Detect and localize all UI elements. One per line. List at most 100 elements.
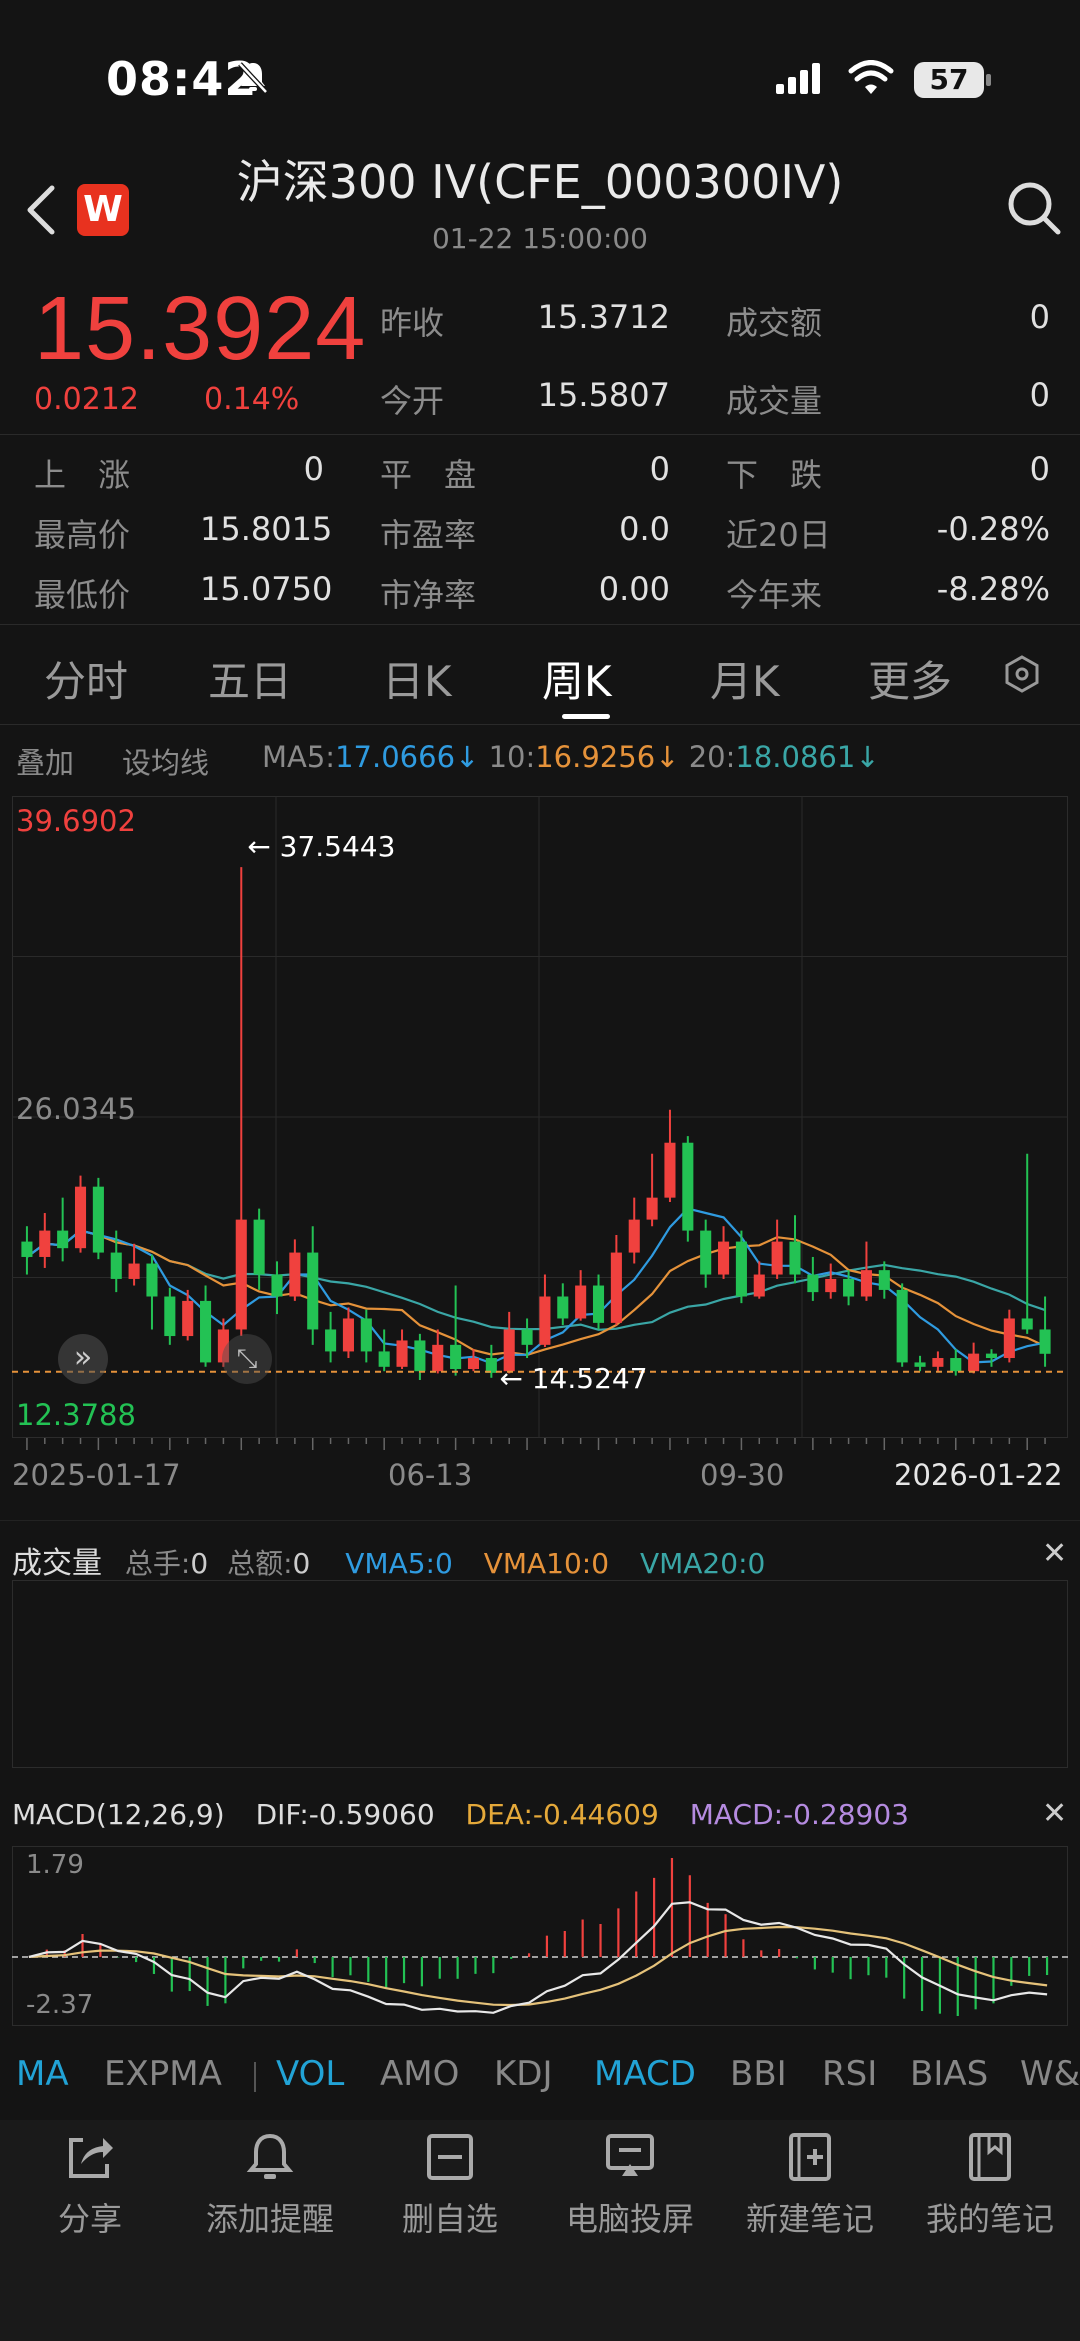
macd-y-bottom: -2.37 [26,1990,94,2020]
candle-body [914,1362,926,1367]
total-hands-value: 0 [190,1547,209,1580]
ma5-value: 17.0666 [335,740,456,774]
nav-my-notes[interactable]: 我的笔记 [900,2130,1080,2240]
turnover-value: 0 [1029,298,1050,336]
candlestick-chart[interactable] [12,796,1068,1438]
candle-body [110,1252,122,1279]
divider [0,1520,1080,1521]
candle-body [200,1300,212,1363]
vma5-label: VMA5: [345,1547,435,1580]
macd-value: -0.28903 [783,1798,909,1831]
candle-body [1039,1329,1051,1354]
tab-weekly-k[interactable]: 周K [542,648,612,709]
candle-body [628,1219,640,1253]
candle-body [557,1296,569,1319]
ind-tab-bbi[interactable]: BBI [730,2054,787,2094]
fullscreen-icon[interactable]: ⤡ [222,1334,272,1384]
candle-body [128,1263,140,1279]
vma10-label: VMA10: [483,1547,592,1580]
candle-body [664,1142,676,1198]
candle-body [342,1318,354,1352]
set-ma-button[interactable]: 设均线 [122,740,209,782]
candle-body [896,1289,908,1363]
ind-tab-bias[interactable]: BIAS [910,2054,988,2094]
nav-remove-watchlist[interactable]: 删自选 [360,2130,540,2240]
expand-left-icon[interactable]: » [58,1334,108,1384]
candle-body [878,1270,890,1290]
settings-hex-icon[interactable] [1002,654,1042,694]
tab-monthly-k[interactable]: 月K [710,648,780,709]
ma20-arrow: ↓ [855,740,880,774]
ind-tab-expma[interactable]: EXPMA [104,2054,222,2094]
candle-body [700,1230,712,1275]
total-hands-label: 总手: [124,1547,191,1580]
ind-tab-macd[interactable]: MACD [594,2054,696,2094]
ind-tab-vol[interactable]: VOL [276,2054,344,2094]
divider [0,434,1080,435]
nav-share-label: 分享 [57,2200,122,2238]
macd-legend: MACD(12,26,9) DIF:-0.59060 DEA:-0.44609 … [12,1798,1042,1831]
candle-body [860,1270,872,1297]
nav-share[interactable]: 分享 [0,2130,180,2240]
ind-tab-wr[interactable]: W& [1020,2054,1080,2094]
ind-tab-kdj[interactable]: KDJ [494,2054,553,2094]
page-subtitle-time: 01-22 15:00:00 [431,222,648,255]
candle-body [950,1358,962,1372]
stat-label: 今年来 [726,576,823,614]
ma20-label: 20: [688,740,736,774]
candle-body [146,1263,158,1297]
ind-tab-rsi[interactable]: RSI [822,2054,877,2094]
stat-value: 0.0 [619,510,670,548]
x-label-end: 2026-01-22 [894,1458,1063,1492]
nav-alert[interactable]: 添加提醒 [180,2130,360,2240]
close-volume-icon[interactable]: ✕ [1042,1536,1067,1571]
nav-new-note[interactable]: 新建笔记 [720,2130,900,2240]
candle-body [718,1241,730,1275]
stat-label: 最高价 [34,516,131,554]
candle-body [289,1252,301,1297]
candle-body [467,1358,480,1370]
x-axis-ticks [26,1438,1046,1450]
candle-body [575,1285,587,1319]
search-icon[interactable] [1004,178,1064,238]
volume-chart[interactable] [12,1580,1068,1768]
bell-icon [246,2133,294,2179]
divider [0,724,1080,725]
dea-value: -0.44609 [532,1798,659,1831]
ind-tab-ma[interactable]: MA [16,2054,69,2094]
overlay-button[interactable]: 叠加 [16,740,74,782]
tab-more[interactable]: 更多 [868,648,952,709]
dea-label: DEA: [465,1798,533,1831]
ma10-arrow: ↓ [655,740,680,774]
cellular-signal-icon [776,63,820,94]
y-axis-max: 39.6902 [16,804,136,838]
close-macd-icon[interactable]: ✕ [1042,1796,1067,1831]
macd-chart[interactable] [12,1846,1068,2026]
nav-my-notes-label: 我的笔记 [925,2200,1054,2238]
candle-body [92,1186,104,1253]
tab-intraday[interactable]: 分时 [44,648,128,709]
candle-body [271,1274,283,1297]
open-value: 15.5807 [537,376,670,414]
ind-tab-amo[interactable]: AMO [380,2054,459,2094]
volume-title: 成交量 [12,1546,102,1581]
prev-close-label: 昨收 [380,304,445,342]
tab-five-day[interactable]: 五日 [208,648,292,709]
candle-body [164,1296,176,1337]
candle-body [432,1344,444,1372]
nav-remove-watchlist-label: 删自选 [401,2200,498,2238]
nav-alert-label: 添加提醒 [205,2200,334,2238]
nav-cast[interactable]: 电脑投屏 [540,2130,720,2240]
tab-daily-k[interactable]: 日K [382,648,452,709]
dif-label: DIF: [255,1798,309,1831]
stat-value: 0 [649,450,670,488]
volume-legend: 成交量 总手:0 总额:0 VMA5:0 VMA10:0 VMA20:0 [12,1538,1052,1582]
vma20-label: VMA20: [639,1547,748,1580]
macd-title: MACD(12,26,9) [12,1798,225,1831]
candle-body [539,1296,551,1345]
ma-readout: MA5:17.0666↓ 10:16.9256↓ 20:18.0861↓ [262,740,880,774]
total-amount-value: 0 [292,1547,311,1580]
candle-body [414,1340,426,1372]
share-icon [69,2138,113,2178]
stat-label: 近20日 [726,516,831,554]
